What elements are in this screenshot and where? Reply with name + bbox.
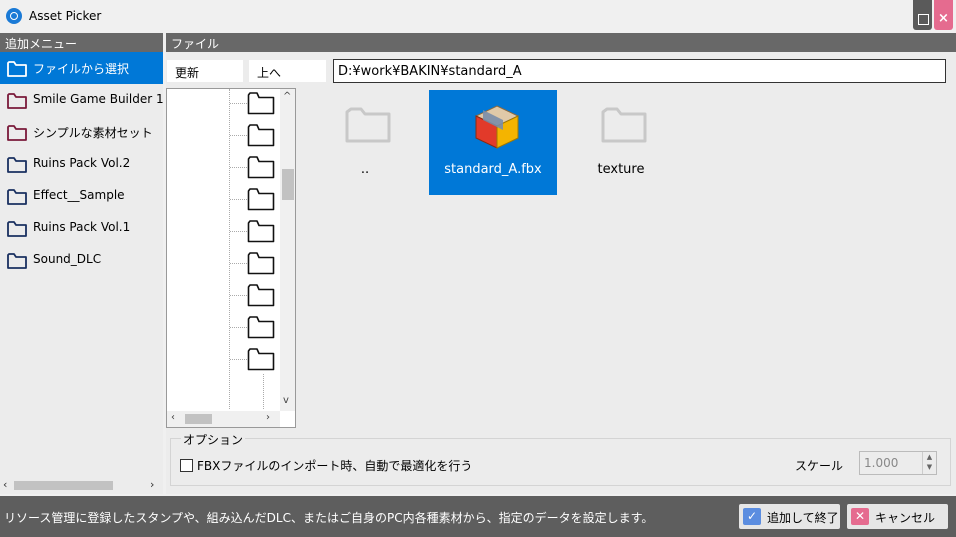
folder-icon <box>247 316 275 339</box>
tree-vertical-scrollbar[interactable]: ^ v <box>280 89 295 411</box>
tree-folder-node[interactable] <box>230 251 275 278</box>
title-bar: Asset Picker × <box>0 0 956 32</box>
status-text: リソース管理に登録したスタンプや、組み込んだDLC、またはご自身のPC内各種素材… <box>4 511 654 525</box>
sidebar: 追加メニュー ファイルから選択 Smile Game Builder 1 シンプルな… <box>0 33 163 494</box>
sidebar-item-label: ファイルから選択 <box>33 62 130 76</box>
status-bar: リソース管理に登録したスタンプや、組み込んだDLC、またはご自身のPC内各種素材… <box>0 496 956 537</box>
folder-icon <box>7 189 27 205</box>
options-group: オプション FBXファイルのインポート時、自動で最適化を行う スケール 1.00… <box>170 431 951 486</box>
scroll-left-arrow-icon[interactable]: ‹ <box>171 412 175 423</box>
sidebar-item-4[interactable]: Effect__Sample <box>0 180 163 212</box>
folder-icon <box>7 221 27 237</box>
tree-horizontal-scrollbar[interactable]: ‹ › <box>167 411 280 427</box>
sidebar-list: ファイルから選択 Smile Game Builder 1 シンプルな素材セット Ru… <box>0 52 163 276</box>
folder-icon <box>247 284 275 307</box>
folder-icon <box>345 107 391 143</box>
sidebar-item-label: シンプルな素材セット <box>33 126 153 140</box>
close-button[interactable]: × <box>934 0 953 30</box>
file-label: texture <box>597 162 645 177</box>
scroll-up-arrow-icon[interactable]: ^ <box>283 91 291 102</box>
spin-arrows-icon[interactable]: ▲ ▼ <box>922 452 936 474</box>
file-panel-header: ファイル <box>166 33 956 52</box>
tree-connector <box>263 374 264 409</box>
sidebar-item-1[interactable]: Smile Game Builder 1 <box>0 84 163 116</box>
file-tile-parent[interactable]: .. <box>301 90 429 195</box>
scrollbar-thumb[interactable] <box>185 414 212 424</box>
path-input[interactable] <box>333 59 946 83</box>
folder-icon <box>7 93 27 109</box>
tree-folder-node[interactable] <box>230 219 275 246</box>
sidebar-horizontal-scrollbar[interactable]: ‹ › <box>0 477 163 494</box>
folder-icon <box>247 252 275 275</box>
tree-connector <box>229 89 230 409</box>
sidebar-item-6[interactable]: Sound_DLC <box>0 244 163 276</box>
sidebar-item-0[interactable]: ファイルから選択 <box>0 52 163 84</box>
check-icon: ✓ <box>743 508 761 525</box>
sidebar-item-2[interactable]: シンプルな素材セット <box>0 116 163 148</box>
folder-icon <box>247 92 275 115</box>
scrollbar-thumb[interactable] <box>14 481 113 490</box>
cancel-icon: ✕ <box>851 508 869 525</box>
scroll-left-arrow-icon[interactable]: ‹ <box>3 478 7 491</box>
tree-folder-node[interactable] <box>230 123 275 150</box>
tree-folder-node[interactable] <box>230 347 275 374</box>
folder-icon <box>247 124 275 147</box>
file-tile-standard-a-fbx[interactable]: standard_A.fbx <box>429 90 557 195</box>
scroll-right-arrow-icon[interactable]: › <box>266 412 270 423</box>
scroll-down-arrow-icon[interactable]: v <box>283 395 289 406</box>
sidebar-item-label: Smile Game Builder 1 <box>33 92 163 106</box>
window-title: Asset Picker <box>29 9 102 23</box>
folder-icon <box>7 157 27 173</box>
sidebar-item-label: Effect__Sample <box>33 188 125 202</box>
folder-icon <box>7 61 27 77</box>
file-label: .. <box>360 162 370 177</box>
scale-label: スケール <box>795 459 844 473</box>
scale-stepper[interactable]: 1.000 ▲ ▼ <box>859 451 937 475</box>
folder-icon <box>247 156 275 179</box>
sidebar-item-label: Ruins Pack Vol.1 <box>33 220 131 234</box>
app-icon <box>6 8 22 24</box>
tree-folder-node[interactable] <box>230 91 275 118</box>
sidebar-item-label: Ruins Pack Vol.2 <box>33 156 131 170</box>
file-label: standard_A.fbx <box>444 162 542 177</box>
folder-tree[interactable]: ^ v ‹ › <box>166 88 296 428</box>
auto-optimize-label[interactable]: FBXファイルのインポート時、自動で最適化を行う <box>197 457 472 474</box>
sidebar-item-5[interactable]: Ruins Pack Vol.1 <box>0 212 163 244</box>
file-tile-texture[interactable]: texture <box>557 90 685 195</box>
tree-folder-node[interactable] <box>230 187 275 214</box>
scroll-right-arrow-icon[interactable]: › <box>150 478 154 491</box>
scrollbar-thumb[interactable] <box>282 169 294 200</box>
folder-icon <box>247 220 275 243</box>
file-panel: ファイル 更新 上へ ^ v ‹ › .. standard_A.f <box>166 33 956 494</box>
scale-value: 1.000 <box>864 456 899 470</box>
folder-icon <box>247 348 275 371</box>
tree-folder-node[interactable] <box>230 283 275 310</box>
add-and-close-button[interactable]: ✓ 追加して終了 <box>739 504 840 529</box>
tree-folder-node[interactable] <box>230 315 275 342</box>
3d-model-icon <box>474 105 520 149</box>
sidebar-header: 追加メニュー <box>0 33 163 52</box>
folder-icon <box>7 125 27 141</box>
folder-icon <box>7 253 27 269</box>
up-button[interactable]: 上へ <box>248 59 327 83</box>
auto-optimize-checkbox[interactable] <box>180 459 193 472</box>
folder-icon <box>601 107 647 143</box>
options-legend: オプション <box>181 431 246 448</box>
tree-folder-node[interactable] <box>230 155 275 182</box>
cancel-button[interactable]: ✕ キャンセル <box>847 504 948 529</box>
sidebar-item-label: Sound_DLC <box>33 252 102 266</box>
sidebar-item-3[interactable]: Ruins Pack Vol.2 <box>0 148 163 180</box>
refresh-button[interactable]: 更新 <box>166 59 244 83</box>
folder-icon <box>247 188 275 211</box>
ok-button-label: 追加して終了 <box>767 511 839 525</box>
cancel-button-label: キャンセル <box>875 511 936 525</box>
maximize-button[interactable] <box>913 0 932 30</box>
